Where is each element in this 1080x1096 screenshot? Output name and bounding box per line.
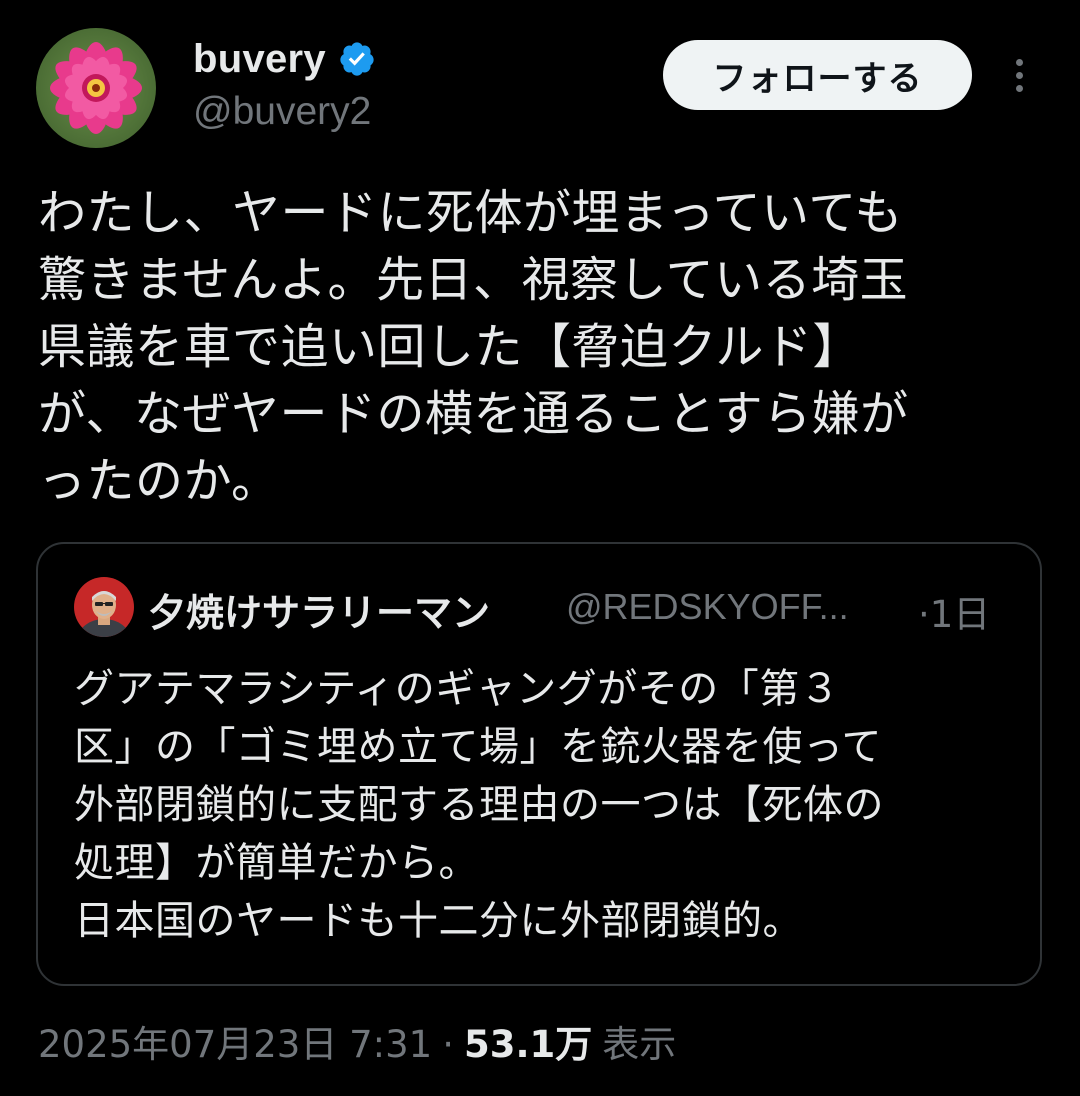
quoted-author-name[interactable]: 夕焼けサラリーマン [148,582,490,637]
more-options-icon[interactable] [1004,50,1034,100]
quoted-author-handle[interactable]: @REDSKYOFF... [566,586,849,628]
quoted-tweet-card[interactable]: 夕焼けサラリーマン @REDSKYOFF... ·1日 グアテマラシティのギャン… [36,542,1042,986]
quoted-tweet-time[interactable]: ·1日 [918,584,990,638]
author-name-row[interactable]: buvery [193,34,376,84]
follow-button[interactable]: フォローする [663,40,972,110]
person-avatar-image [74,577,134,637]
view-count: 53.1万 [463,1023,593,1066]
verified-badge-icon [338,40,376,78]
quoted-author-avatar[interactable] [74,577,134,637]
author-name[interactable]: buvery [193,37,326,82]
author-handle[interactable]: @buvery2 [193,90,371,134]
author-avatar[interactable] [36,28,156,148]
quoted-tweet-text: グアテマラシティのギャングがその「第３ 区」の「ゴミ埋め立て場」を銃火器を使って… [74,666,884,944]
tweet-meta-row: 2025年07月23日 7:31 · 53.1万 表示 [38,1014,676,1068]
tweet-text: わたし、ヤードに死体が埋まっていても 驚きませんよ。先日、視察している埼玉 県議… [38,185,909,509]
view-label: 表示 [602,1023,677,1066]
tweet-timestamp[interactable]: 2025年07月23日 7:31 [38,1014,432,1068]
meta-separator: · [442,1023,454,1066]
flower-avatar-image [36,28,156,148]
